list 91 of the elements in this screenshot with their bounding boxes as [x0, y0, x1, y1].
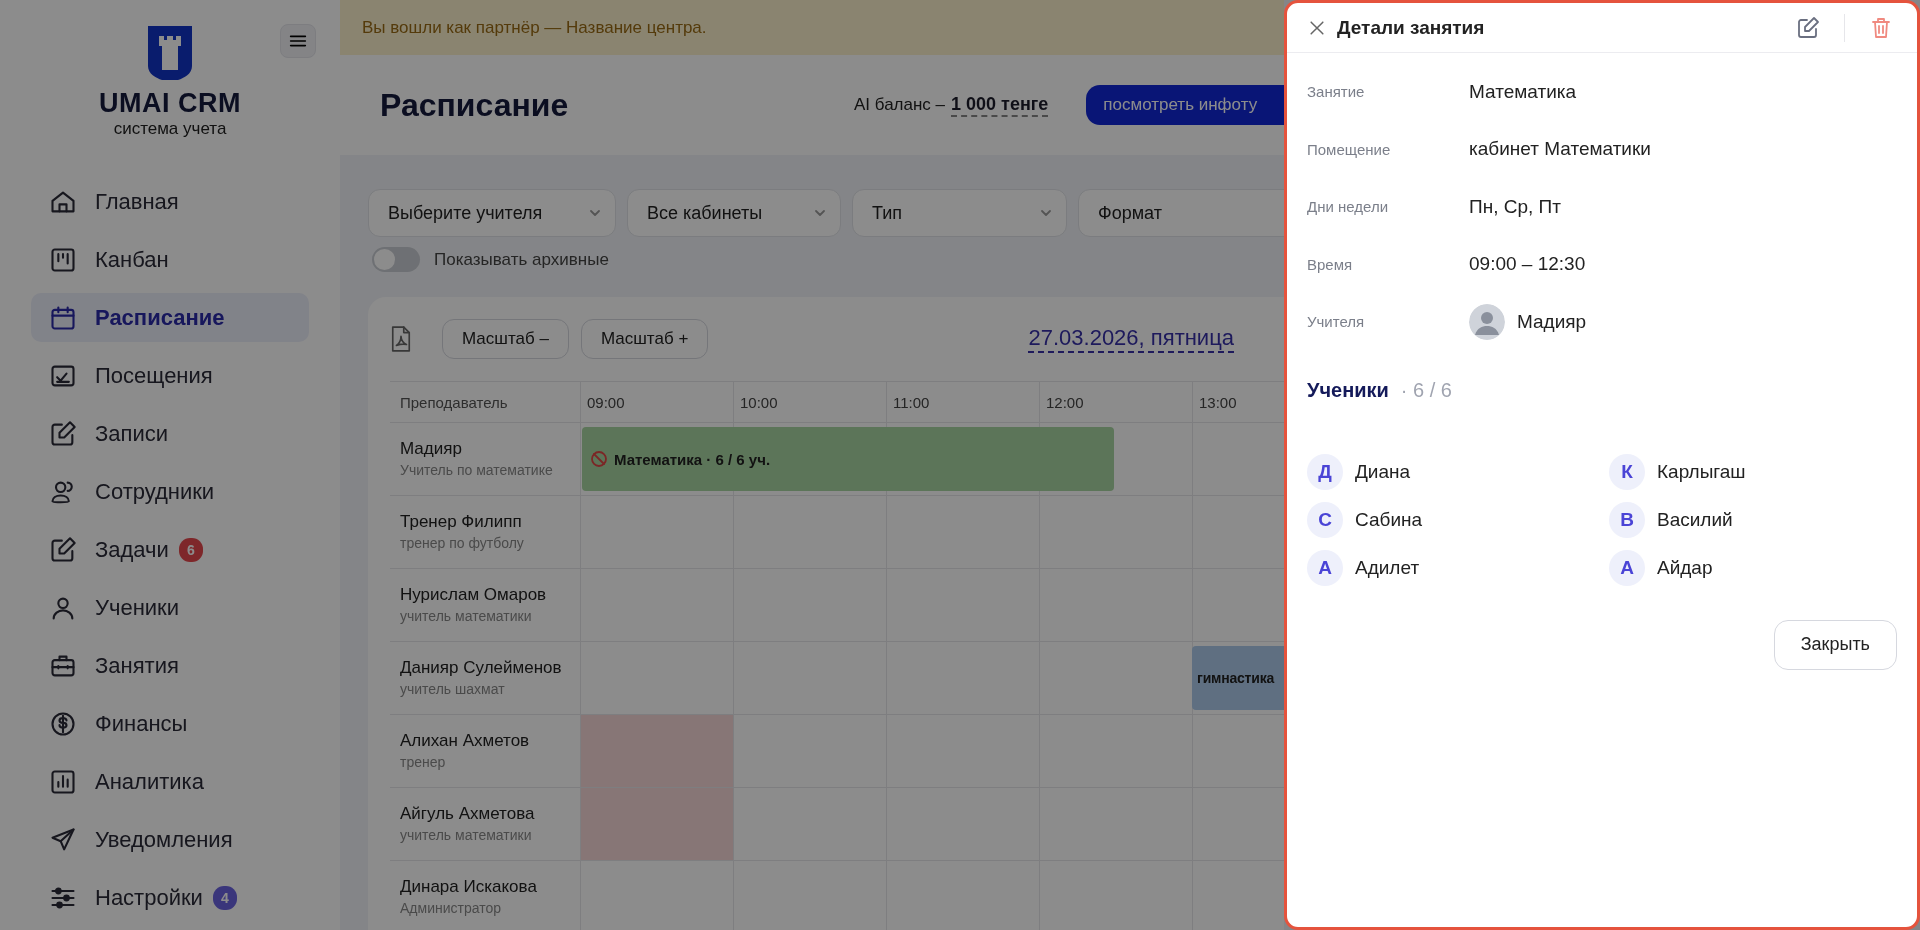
teacher-role: учитель математики	[400, 608, 533, 624]
initial-avatar: С	[1307, 501, 1343, 538]
teacher-role: учитель шахмат	[400, 681, 506, 697]
field-label: Дни недели	[1307, 198, 1389, 216]
lesson-block[interactable]: гимнастика	[1192, 646, 1284, 710]
time-header: 11:00	[886, 381, 1039, 423]
nav-item[interactable]: Аналитика	[31, 757, 309, 806]
dropdown[interactable]: Формат	[1078, 189, 1284, 237]
bar-chart-icon	[49, 767, 77, 796]
panel-title: Детали занятия	[1337, 16, 1485, 39]
field-value: 09:00 – 12:30	[1469, 253, 1586, 276]
dollar-icon	[49, 709, 77, 738]
edit-button[interactable]	[1796, 15, 1820, 40]
dropdown[interactable]: Все кабинеты	[627, 189, 841, 237]
teacher-role: Учитель по математике	[400, 462, 554, 478]
field-value: Пн, Ср, Пт	[1469, 195, 1561, 218]
teacher-name: Айгуль Ахметова	[400, 804, 536, 824]
initial-avatar: А	[1609, 549, 1645, 586]
logo-title: UMAI CRM	[99, 88, 241, 119]
student-name: Адилет	[1355, 556, 1420, 579]
dropdown[interactable]: Выберите учителя	[368, 189, 616, 237]
teacher-role: тренер по футболу	[400, 535, 525, 551]
nav-item[interactable]: Уведомления	[31, 815, 309, 864]
teacher-role: тренер	[400, 754, 447, 770]
nav-item[interactable]: Занятия	[31, 641, 309, 690]
initial-avatar: К	[1609, 453, 1645, 490]
initial-avatar: В	[1609, 501, 1645, 538]
nav-item[interactable]: Финансы	[31, 699, 309, 748]
initial-avatar: А	[1307, 549, 1343, 586]
nav-item[interactable]: Задачи 6	[31, 525, 309, 574]
zoom-out-button[interactable]: Масштаб –	[442, 319, 569, 359]
lesson-block[interactable]: Математика · 6 / 6 уч.	[582, 427, 1114, 491]
trash-icon	[1869, 15, 1893, 40]
kanban-icon	[49, 245, 77, 274]
close-button[interactable]: Закрыть	[1773, 619, 1897, 670]
nav-item[interactable]: Посещения	[31, 351, 309, 400]
dropdown[interactable]: Тип	[852, 189, 1067, 237]
page-title: Расписание	[380, 86, 570, 124]
nav-item[interactable]: Расписание	[31, 293, 309, 342]
date-link[interactable]: 27.03.2026, пятница	[1028, 325, 1234, 353]
pdf-icon[interactable]	[390, 325, 412, 353]
nav-item[interactable]: Ученики	[31, 583, 309, 632]
edit-icon	[1796, 15, 1820, 40]
column-header: Преподаватель	[399, 393, 509, 411]
prohibited-icon	[590, 450, 608, 468]
field-label: Время	[1307, 255, 1354, 273]
notice-banner: Вы вошли как партнёр — Название центра.	[340, 0, 1284, 55]
nav-item[interactable]: Сотрудники	[31, 467, 309, 516]
nav-item[interactable]: Главная	[31, 177, 309, 226]
time-header: 09:00	[580, 381, 733, 423]
archive-toggle[interactable]	[372, 247, 420, 272]
section-title: Ученики	[1307, 378, 1389, 402]
student-name: Диана	[1355, 460, 1411, 483]
field-label: Помещение	[1307, 140, 1392, 158]
calendar-icon	[49, 303, 77, 332]
teacher-name: Алихан Ахметов	[400, 731, 531, 751]
teacher-name: Мадияр	[400, 439, 463, 459]
time-header: 10:00	[733, 381, 886, 423]
balance-label: AI баланс –	[854, 95, 946, 115]
logo-subtitle: система учета	[113, 119, 227, 139]
initial-avatar: Д	[1307, 453, 1343, 490]
teacher-name: Мадияр	[1517, 310, 1587, 333]
avatar-icon	[1469, 303, 1505, 340]
teacher-name: Данияр Сулейменов	[400, 658, 563, 678]
field-value: Математика	[1469, 80, 1577, 103]
teacher-name: Динара Искакова	[400, 877, 538, 897]
zoom-in-button[interactable]: Масштаб +	[580, 319, 709, 359]
count-badge: 4	[212, 885, 237, 910]
student-name: Сабина	[1355, 508, 1423, 531]
nav-item[interactable]: Настройки 4	[31, 873, 309, 922]
time-header: 12:00	[1039, 381, 1192, 423]
field-label: Учителя	[1307, 313, 1366, 331]
student-name: Василий	[1657, 508, 1733, 531]
student-name: Айдар	[1657, 556, 1713, 579]
count-badge: 6	[178, 537, 203, 562]
edit-icon	[49, 535, 77, 564]
toggle-label: Показывать архивные	[434, 249, 609, 270]
field-label: Занятие	[1307, 83, 1366, 101]
field-value: кабинет Математики	[1469, 138, 1651, 161]
teacher-role: учитель математики	[400, 827, 533, 843]
student-name: Карлыгаш	[1657, 460, 1746, 483]
teacher-role: Администратор	[400, 900, 502, 916]
edit-icon	[49, 419, 77, 448]
menu-button[interactable]	[280, 24, 316, 58]
student-count: · 6 / 6	[1400, 378, 1452, 402]
teacher-name: Тренер Филипп	[400, 512, 523, 532]
teacher-name: Нурислам Омаров	[400, 585, 548, 605]
info-button[interactable]: посмотреть инфоту	[1086, 85, 1284, 125]
nav-item[interactable]: Записи	[31, 409, 309, 458]
nav-item[interactable]: Канбан	[31, 235, 309, 284]
balance-link[interactable]: 1 000 тенге	[951, 93, 1049, 117]
